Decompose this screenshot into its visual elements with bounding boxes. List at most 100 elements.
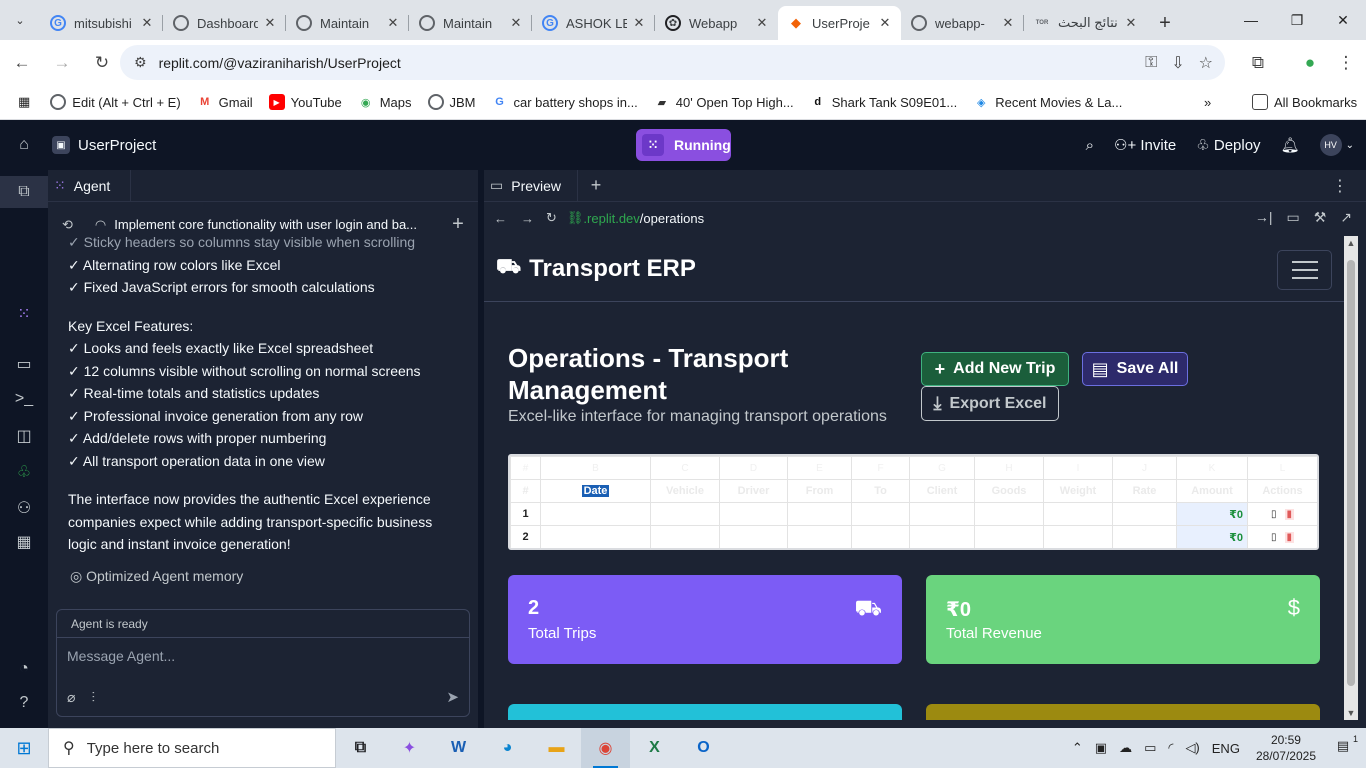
copilot-icon[interactable]: ✦ <box>385 728 434 768</box>
goods-cell[interactable] <box>974 502 1044 526</box>
home-icon[interactable]: ⌂ <box>0 136 48 154</box>
theme-icon[interactable]: ◔ <box>0 660 48 678</box>
search-icon[interactable]: ⌕ <box>1086 137 1094 154</box>
rate-cell[interactable] <box>1112 502 1177 526</box>
reload-icon[interactable]: ↻ <box>546 210 557 226</box>
add-tab-button[interactable]: + <box>578 175 614 196</box>
all-bookmarks[interactable]: All Bookmarks <box>1252 94 1357 110</box>
deploy-button[interactable]: ♧ Deploy <box>1196 136 1260 154</box>
battery-icon[interactable]: ▭ <box>1144 740 1156 756</box>
driver-cell[interactable] <box>719 502 788 526</box>
close-tab-icon[interactable]: ✕ <box>508 15 524 31</box>
to-cell[interactable] <box>851 525 910 548</box>
weight-cell[interactable] <box>1043 502 1113 526</box>
vehicle-cell[interactable] <box>650 502 720 526</box>
webview-scrollbar[interactable]: ▲ ▼ <box>1344 236 1358 720</box>
deployments-icon[interactable]: ♧ <box>0 462 48 482</box>
to-cell[interactable] <box>851 502 910 526</box>
account-menu[interactable]: HV ⌄ <box>1319 134 1354 156</box>
files-toggle-icon[interactable]: ⧉ <box>0 176 48 208</box>
settings-sliders-icon[interactable]: ⫶ <box>91 689 95 706</box>
from-cell[interactable] <box>787 502 852 526</box>
delete-icon[interactable]: ▮ <box>1284 508 1295 520</box>
chrome-icon[interactable]: ◉ <box>581 728 630 768</box>
client-cell[interactable] <box>909 502 975 526</box>
delete-icon[interactable]: ▮ <box>1284 531 1295 543</box>
taskbar-search[interactable]: ⚲ Type here to search <box>48 728 336 768</box>
browser-tab[interactable]: Dashboard ✕ <box>163 6 286 40</box>
export-excel-button[interactable]: ⤓ Export Excel <box>921 386 1059 421</box>
open-new-tab-icon[interactable]: ↗ <box>1340 209 1352 226</box>
restore-button[interactable]: ❐ <box>1274 0 1320 40</box>
more-bookmarks-icon[interactable]: » <box>1204 95 1211 110</box>
edge-icon[interactable]: ◕ <box>483 728 532 768</box>
wifi-icon[interactable]: ◜ <box>1168 740 1173 756</box>
close-tab-icon[interactable]: ✕ <box>262 15 278 31</box>
date-cell[interactable] <box>540 502 651 526</box>
browser-tab[interactable]: webapp- ✕ <box>901 6 1024 40</box>
notifications-bell-icon[interactable]: 🔔︎ <box>1281 136 1300 154</box>
scroll-down-icon[interactable]: ▼ <box>1344 708 1358 718</box>
clock[interactable]: 20:59 28/07/2025 <box>1256 732 1316 764</box>
browser-tab[interactable]: Maintain ✕ <box>286 6 409 40</box>
bookmark-item[interactable]: ▰ 40' Open Top High... <box>654 94 794 110</box>
onedrive-icon[interactable]: ☁ <box>1119 740 1132 756</box>
chevron-up-icon[interactable]: ⌃ <box>1072 740 1083 756</box>
vehicle-cell[interactable] <box>650 525 720 548</box>
bookmark-item[interactable]: Edit (Alt + Ctrl + E) <box>50 94 181 110</box>
client-cell[interactable] <box>909 525 975 548</box>
forward-arrow-icon[interactable]: → <box>521 211 534 226</box>
invoice-icon[interactable]: ▯ <box>1271 509 1277 520</box>
bookmark-item[interactable]: Gcar battery shops in... <box>492 94 638 110</box>
close-tab-icon[interactable]: ✕ <box>877 15 893 31</box>
add-new-trip-button[interactable]: + Add New Trip <box>921 352 1069 386</box>
bookmark-item[interactable]: ◉ Maps <box>358 94 412 110</box>
agent-icon[interactable]: ⁙ <box>0 304 48 324</box>
forward-button[interactable]: → <box>44 45 80 81</box>
word-icon[interactable]: W <box>434 728 483 768</box>
scroll-up-icon[interactable]: ▲ <box>1344 238 1358 248</box>
rate-cell[interactable] <box>1112 525 1177 548</box>
close-tab-icon[interactable]: ✕ <box>385 15 401 31</box>
close-tab-icon[interactable]: ✕ <box>1123 15 1139 31</box>
browser-tab[interactable]: ✿ Webapp ✕ <box>655 6 778 40</box>
browser-tab-active[interactable]: ◆ UserProje ✕ <box>778 6 901 40</box>
devtools-icon[interactable]: ⚒ <box>1314 209 1327 226</box>
meet-icon[interactable]: ▣ <box>1095 740 1107 756</box>
tab-preview[interactable]: ▭ Preview <box>484 169 579 202</box>
close-tab-icon[interactable]: ✕ <box>139 15 155 31</box>
site-brand[interactable]: ⛟ Transport ERP <box>496 255 696 283</box>
back-arrow-icon[interactable]: ← <box>494 211 507 226</box>
invoice-icon[interactable]: ▯ <box>1271 532 1277 543</box>
database-icon[interactable]: ◫ <box>0 426 48 446</box>
from-cell[interactable] <box>787 525 852 548</box>
tab-agent[interactable]: ⁙ Agent <box>48 169 132 202</box>
windows-start-icon[interactable]: ⊞ <box>0 728 48 768</box>
outlook-icon[interactable]: O <box>679 728 728 768</box>
weight-cell[interactable] <box>1043 525 1113 548</box>
browser-tab[interactable]: G mitsubishi ✕ <box>40 6 163 40</box>
close-tab-icon[interactable]: ✕ <box>1000 15 1016 31</box>
scrollbar-thumb[interactable] <box>1347 260 1355 686</box>
driver-cell[interactable] <box>719 525 788 548</box>
notification-center-icon[interactable]: ▤ 1 <box>1330 734 1358 758</box>
hamburger-menu-button[interactable] <box>1277 250 1332 290</box>
users-icon[interactable]: ⚇ <box>0 498 48 518</box>
bookmark-item[interactable]: M Gmail <box>197 94 253 110</box>
install-app-icon[interactable]: ⇩ <box>1171 53 1184 73</box>
address-bar[interactable]: ⚙ replit.com/@vaziraniharish/UserProject… <box>120 45 1225 80</box>
device-icon[interactable]: ▭ <box>1286 209 1299 226</box>
minimize-button[interactable]: — <box>1228 0 1274 40</box>
browser-tab[interactable]: TOR نتائج البحث ✕ <box>1024 6 1147 40</box>
profile-avatar[interactable]: ● <box>1292 45 1328 81</box>
close-window-button[interactable]: ✕ <box>1320 0 1366 40</box>
task-view-icon[interactable]: ⧉ <box>336 728 385 768</box>
column-header-date[interactable]: Date <box>540 479 651 503</box>
browser-tab[interactable]: G ASHOK LE ✕ <box>532 6 655 40</box>
invite-button[interactable]: ⚇+ Invite <box>1114 136 1176 154</box>
bookmark-item[interactable]: d Shark Tank S09E01... <box>810 94 957 110</box>
close-tab-icon[interactable]: ✕ <box>631 15 647 31</box>
volume-icon[interactable]: ◁) <box>1185 740 1199 756</box>
agent-message-input[interactable]: Message Agent... <box>57 638 469 674</box>
extensions-icon[interactable]: ⧉ <box>1240 45 1276 81</box>
